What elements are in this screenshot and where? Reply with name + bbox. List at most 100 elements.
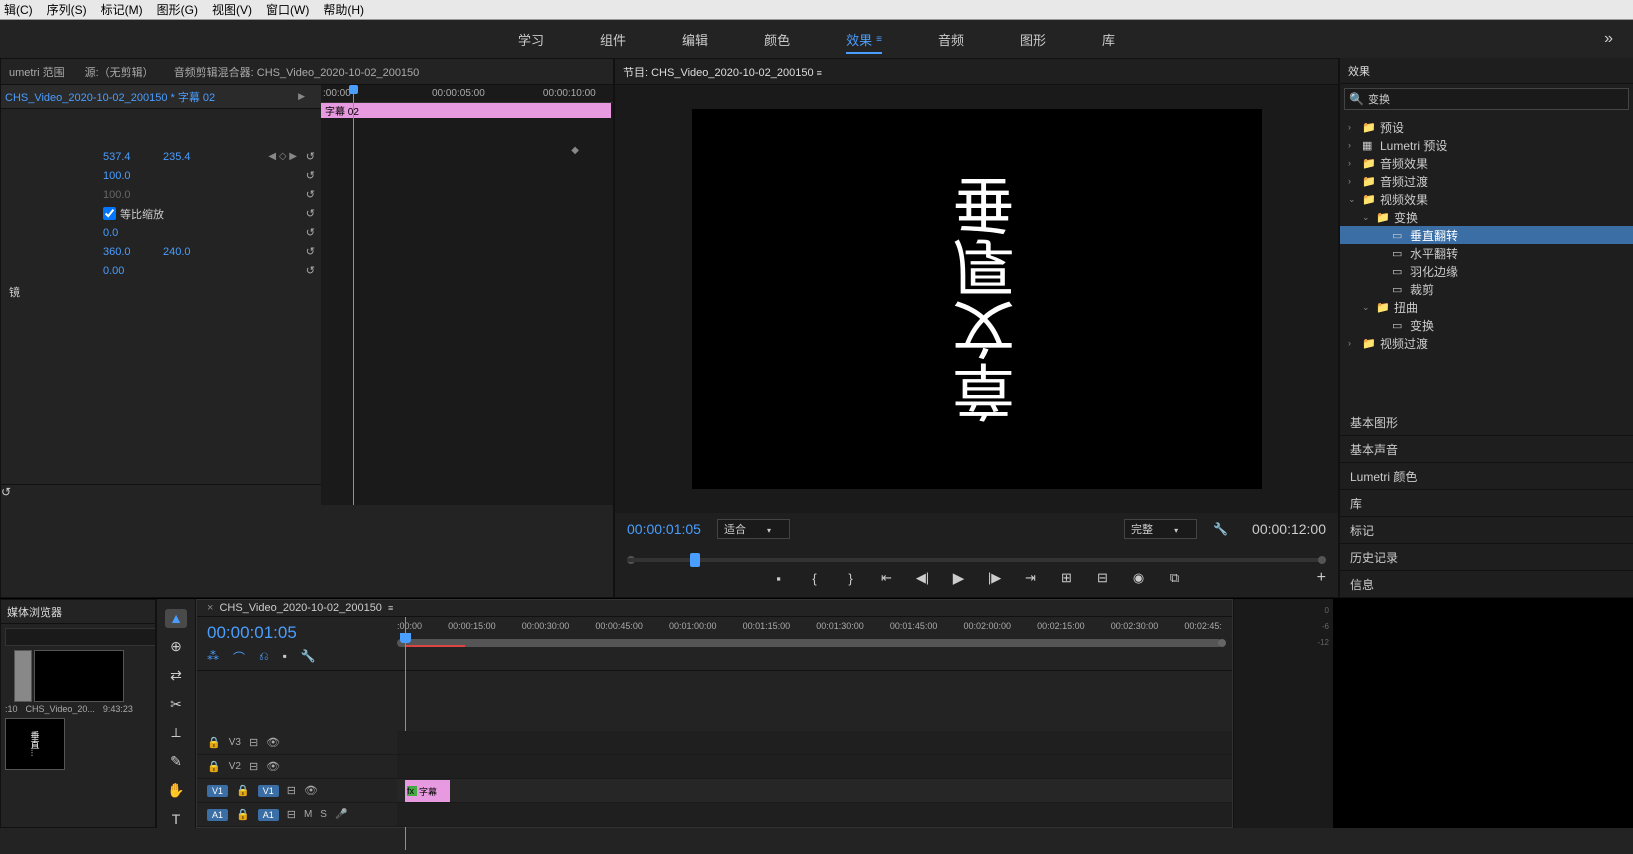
export-frame-button[interactable]: ◉ xyxy=(1131,570,1147,586)
workspace-learn[interactable]: 学习 xyxy=(514,22,548,57)
step-forward-button[interactable]: |▶ xyxy=(987,570,1003,586)
workspace-graphics[interactable]: 图形 xyxy=(1016,22,1050,57)
mini-playhead[interactable] xyxy=(353,85,354,505)
fx-tree-item[interactable]: ⌄📁视频效果 xyxy=(1340,190,1633,208)
pen-tool[interactable]: ✎ xyxy=(165,752,187,771)
timeline-timecode[interactable]: 00:00:01:05 xyxy=(207,623,387,643)
fx-tree-item[interactable]: ›📁预设 xyxy=(1340,118,1633,136)
fx-tree-item[interactable]: ⌄📁扭曲 xyxy=(1340,298,1633,316)
workspace-overflow[interactable]: » xyxy=(1604,30,1613,48)
effect-controls-timeline[interactable]: :00:00 00:00:05:00 00:00:10:00 字幕 02 ◆ xyxy=(321,85,613,505)
extract-button[interactable]: ⊟ xyxy=(1095,570,1111,586)
uniform-scale-checkbox[interactable] xyxy=(103,207,116,220)
scrubber-thumb[interactable] xyxy=(690,553,700,567)
prop-antiflicker[interactable]: 0.00 ↺ xyxy=(1,261,321,280)
workspace-color[interactable]: 颜色 xyxy=(760,22,794,57)
voiceover-button[interactable]: 🎤 xyxy=(335,809,347,820)
project-search-input[interactable] xyxy=(5,628,155,646)
reset-icon[interactable]: ↺ xyxy=(1,485,11,499)
tl-marker-icon[interactable]: ▪ xyxy=(283,649,287,666)
sync-icon[interactable]: ⊟ xyxy=(287,808,296,821)
sync-icon[interactable]: ⊟ xyxy=(287,784,296,797)
effects-search[interactable]: 🔍 xyxy=(1344,88,1629,110)
selection-tool[interactable]: ▲ xyxy=(165,609,187,628)
track-select-tool[interactable]: ⊕ xyxy=(165,638,187,657)
reset-icon[interactable]: ↺ xyxy=(306,188,315,201)
zoom-fit-select[interactable]: 适合 ▾ xyxy=(717,519,790,539)
sync-icon[interactable]: ⊟ xyxy=(249,736,258,749)
tab-source[interactable]: 源:（无剪辑） xyxy=(85,64,154,80)
program-tab[interactable]: 节目: CHS_Video_2020-10-02_200150 ≡ xyxy=(623,64,822,80)
lock-icon[interactable]: 🔒 xyxy=(236,808,250,821)
project-item[interactable]: :10CHS_Video_20...9:43:23 xyxy=(5,650,133,714)
mark-in-button[interactable]: { xyxy=(807,571,823,586)
lock-icon[interactable]: 🔒 xyxy=(207,760,221,773)
workspace-audio[interactable]: 音频 xyxy=(934,22,968,57)
effect-controls-sequence[interactable]: CHS_Video_2020-10-02_200150 * 字幕 02 xyxy=(5,89,215,105)
mini-clip[interactable]: 字幕 02 xyxy=(321,103,611,118)
ec-playhead-toggle[interactable]: ▶ xyxy=(298,91,305,102)
info-tab[interactable]: 信息 xyxy=(1340,571,1633,598)
tl-wrench-icon[interactable]: 🔧 xyxy=(301,649,316,666)
snap-toggle[interactable]: ⁂ xyxy=(207,649,219,666)
timeline-ruler[interactable]: :00:0000:00:15:0000:00:30:0000:00:45:000… xyxy=(397,617,1232,670)
essential-sound-tab[interactable]: 基本声音 xyxy=(1340,436,1633,463)
source-target-v1[interactable]: V1 xyxy=(207,785,228,797)
play-button[interactable]: ▶ xyxy=(951,569,967,587)
menu-edit[interactable]: 辑(C) xyxy=(4,1,33,18)
lift-button[interactable]: ⊞ xyxy=(1059,570,1075,586)
menu-view[interactable]: 视图(V) xyxy=(212,1,252,18)
timeline-clip[interactable]: fx字幕 xyxy=(405,780,450,802)
workspace-assembly[interactable]: 组件 xyxy=(596,22,630,57)
timeline-title[interactable]: CHS_Video_2020-10-02_200150 xyxy=(219,602,382,614)
workspace-editing[interactable]: 编辑 xyxy=(678,22,712,57)
reset-icon[interactable]: ↺ xyxy=(306,207,315,220)
slip-tool[interactable]: ⟂ xyxy=(165,724,187,743)
menu-window[interactable]: 窗口(W) xyxy=(266,1,309,18)
step-back-button[interactable]: ◀| xyxy=(915,570,931,586)
prop-anchor[interactable]: 360.0 240.0 ↺ xyxy=(1,242,321,261)
markers-tab[interactable]: 标记 xyxy=(1340,517,1633,544)
reset-icon[interactable]: ↺ xyxy=(306,226,315,239)
menu-sequence[interactable]: 序列(S) xyxy=(47,1,87,18)
timeline-scrollbar-thumb[interactable] xyxy=(397,639,1222,647)
program-timecode[interactable]: 00:00:01:05 xyxy=(627,521,701,537)
mute-button[interactable]: M xyxy=(304,809,312,820)
add-marker-toggle[interactable]: ⎌ xyxy=(259,649,269,666)
reset-icon[interactable]: ↺ xyxy=(306,245,315,258)
razor-tool[interactable]: ✂ xyxy=(165,695,187,714)
history-tab[interactable]: 历史记录 xyxy=(1340,544,1633,571)
settings-wrench-icon[interactable]: 🔧 xyxy=(1213,522,1228,536)
fx-tree-item[interactable]: ›📁视频过渡 xyxy=(1340,334,1633,352)
track-v3[interactable]: 🔒V3⊟👁 xyxy=(197,731,1232,755)
program-monitor-view[interactable]: 章文厚垂 xyxy=(615,85,1338,513)
solo-button[interactable]: S xyxy=(320,809,327,820)
sync-icon[interactable]: ⊟ xyxy=(249,760,258,773)
keyframe-diamond-icon[interactable]: ◆ xyxy=(571,145,579,156)
tab-lumetri-scope[interactable]: umetri 范围 xyxy=(9,64,65,80)
mark-out-button[interactable]: } xyxy=(843,571,859,586)
program-scrubber[interactable] xyxy=(627,543,1326,565)
prop-uniform-scale[interactable]: 等比缩放 ↺ xyxy=(1,204,321,223)
fx-tree-item[interactable]: ▭羽化边缘 xyxy=(1340,262,1633,280)
hand-tool[interactable]: ✋ xyxy=(165,781,187,800)
fx-tree-item[interactable]: ›▦Lumetri 预设 xyxy=(1340,136,1633,154)
comparison-view-button[interactable]: ⧉ xyxy=(1167,570,1183,586)
essential-graphics-tab[interactable]: 基本图形 xyxy=(1340,409,1633,436)
fx-tree-item[interactable]: ⌄📁变换 xyxy=(1340,208,1633,226)
resolution-select[interactable]: 完整 ▾ xyxy=(1124,519,1197,539)
reset-icon[interactable]: ↺ xyxy=(306,264,315,277)
menu-marker[interactable]: 标记(M) xyxy=(101,1,143,18)
button-editor[interactable]: + xyxy=(1317,569,1326,587)
ripple-edit-tool[interactable]: ⇄ xyxy=(165,666,187,685)
type-tool[interactable]: T xyxy=(165,809,187,828)
track-v1[interactable]: V1🔒V1⊟👁 fx字幕 xyxy=(197,779,1232,803)
effect-row[interactable]: 镜 xyxy=(1,280,321,304)
prop-scale[interactable]: 100.0 ↺ xyxy=(1,166,321,185)
libraries-tab[interactable]: 库 xyxy=(1340,490,1633,517)
keyframe-nav[interactable]: ◀ ◇ ▶ xyxy=(268,151,297,162)
lock-icon[interactable]: 🔒 xyxy=(236,784,250,797)
fx-tree-item[interactable]: ▭变换 xyxy=(1340,316,1633,334)
tab-audio-mixer[interactable]: 音频剪辑混合器: CHS_Video_2020-10-02_200150 xyxy=(174,64,420,80)
go-to-out-button[interactable]: ⇥ xyxy=(1023,570,1039,586)
